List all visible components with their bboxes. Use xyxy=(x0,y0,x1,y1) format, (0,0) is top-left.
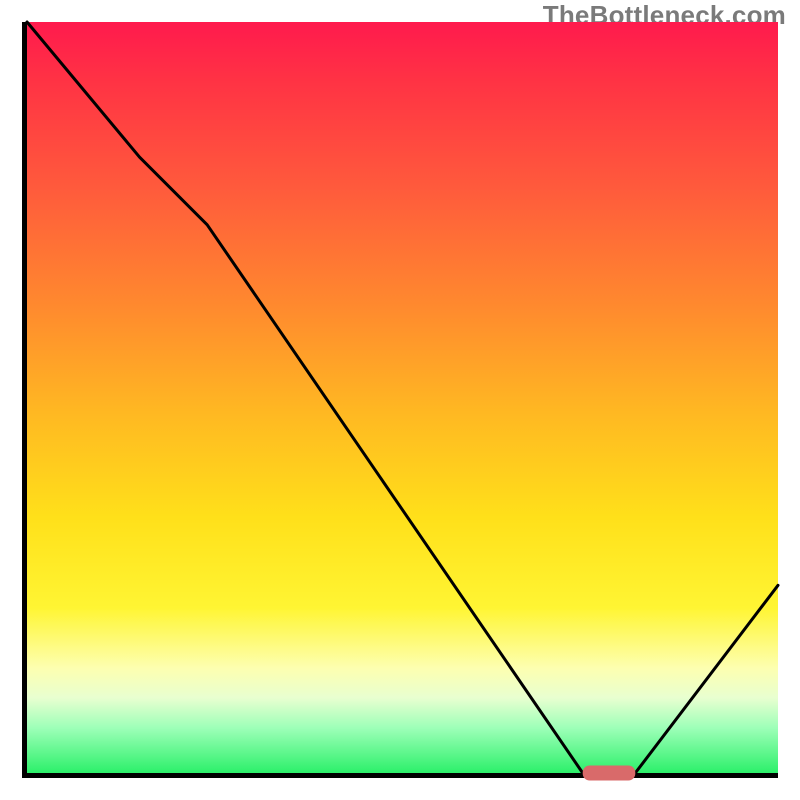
optimal-marker xyxy=(27,22,778,773)
bottleneck-chart: TheBottleneck.com xyxy=(0,0,800,800)
